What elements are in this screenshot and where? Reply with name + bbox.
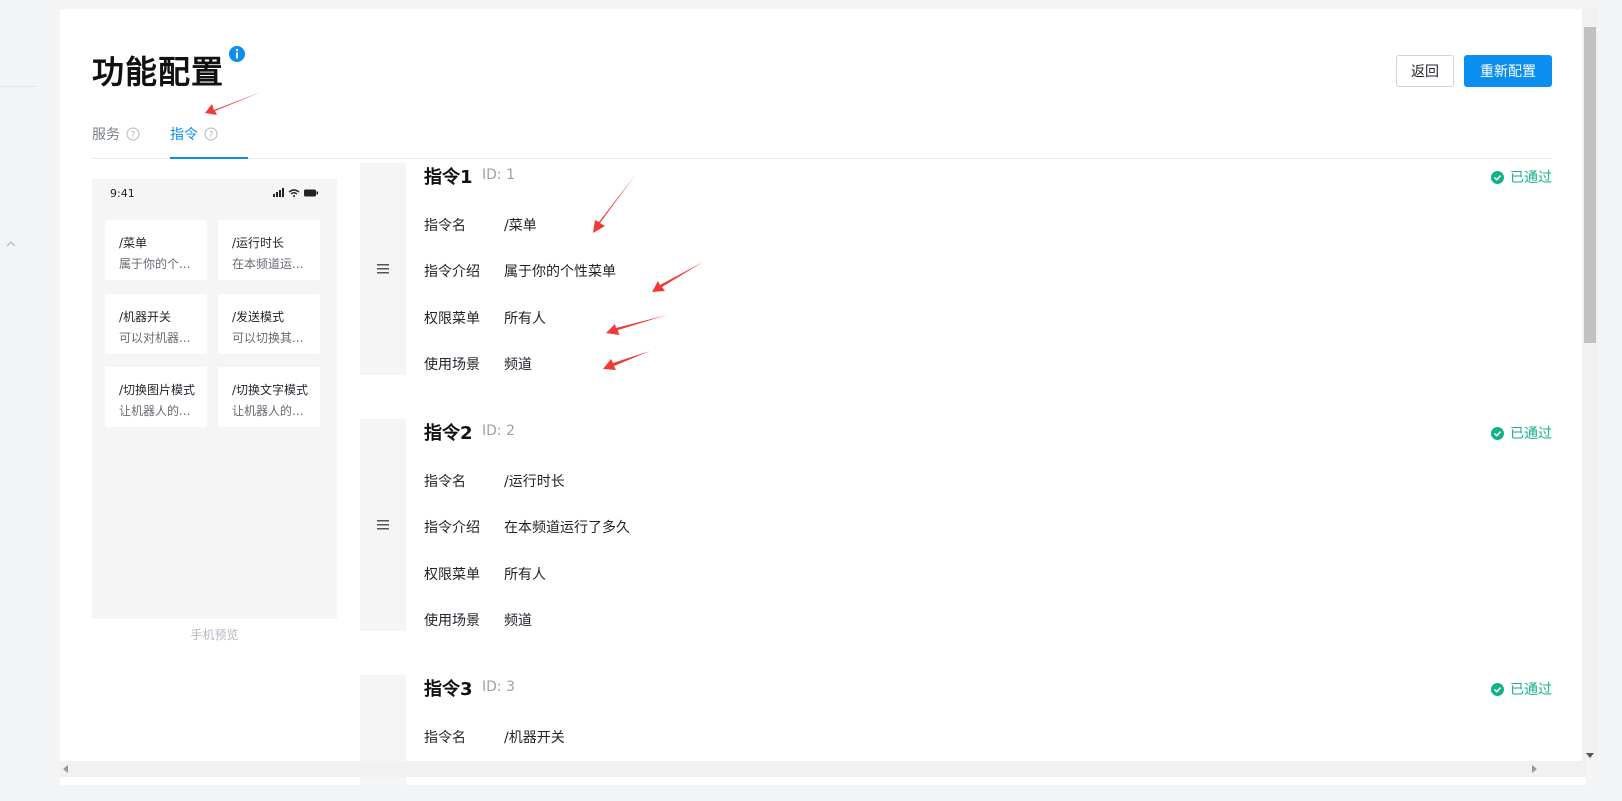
field-label: 指令名 <box>424 218 466 234</box>
preview-command-card[interactable]: /发送模式 可以切换其... <box>218 294 320 354</box>
tab-commands[interactable]: 指令 ? <box>170 124 218 144</box>
svg-text:?: ? <box>131 131 136 141</box>
svg-text:?: ? <box>209 131 214 141</box>
field-value: 频道 <box>504 613 532 629</box>
preview-command-card[interactable]: /菜单 属于你的个... <box>105 220 207 280</box>
phone-status-icons <box>273 188 318 197</box>
check-circle-icon <box>1491 426 1504 440</box>
preview-command-card[interactable]: /切换文字模式 让机器人的... <box>218 367 320 427</box>
preview-command-card[interactable]: /切换图片模式 让机器人的... <box>105 367 207 427</box>
preview-command-desc: 在本频道运... <box>232 257 304 271</box>
preview-command-desc: 属于你的个... <box>119 257 191 271</box>
status-label: 已通过 <box>1510 426 1552 442</box>
preview-command-card[interactable]: /运行时长 在本频道运... <box>218 220 320 280</box>
command-item: 指令2 ID: 2 已通过 指令名 /运行时长 指令介绍 在本频道运行了多久 权… <box>360 419 1552 631</box>
field-row-permission: 权限菜单 所有人 <box>424 308 546 328</box>
tab-bar: 服务 ? 指令 ? <box>92 109 1552 159</box>
preview-command-desc: 可以对机器... <box>119 331 191 345</box>
field-row-scene: 使用场景 频道 <box>424 610 532 630</box>
reconfigure-button[interactable]: 重新配置 <box>1464 55 1552 87</box>
phone-preview: 9:41 /菜单 属于你的个... /运行时长 在本频道运... /机器开关 可… <box>92 179 337 619</box>
status-badge: 已通过 <box>1491 167 1552 187</box>
scroll-right-arrow-icon[interactable] <box>1530 765 1538 773</box>
status-badge: 已通过 <box>1491 423 1552 443</box>
field-row-name: 指令名 /菜单 <box>424 215 537 235</box>
drag-handle-icon <box>377 264 389 274</box>
tab-commands-label: 指令 <box>170 127 198 143</box>
help-icon[interactable]: ? <box>126 127 140 141</box>
preview-command-name: /运行时长 <box>232 236 285 250</box>
field-label: 权限菜单 <box>424 567 480 583</box>
field-row-name: 指令名 /运行时长 <box>424 471 565 491</box>
scroll-down-arrow-icon[interactable] <box>1586 751 1594 759</box>
drag-handle[interactable] <box>360 163 406 375</box>
drag-handle[interactable] <box>360 419 406 631</box>
command-id: ID: 1 <box>482 167 515 183</box>
tab-services-label: 服务 <box>92 127 120 143</box>
field-row-permission: 权限菜单 所有人 <box>424 564 546 584</box>
command-id: ID: 3 <box>482 679 515 695</box>
preview-command-name: /切换文字模式 <box>232 383 309 397</box>
field-value: 在本频道运行了多久 <box>504 520 630 536</box>
preview-command-name: /机器开关 <box>119 310 172 324</box>
field-label: 指令介绍 <box>424 264 480 280</box>
field-label: 指令名 <box>424 730 466 746</box>
command-title: 指令3 <box>424 679 473 700</box>
status-badge: 已通过 <box>1491 679 1552 699</box>
command-title: 指令2 <box>424 423 473 444</box>
field-label: 权限菜单 <box>424 311 480 327</box>
field-value: 所有人 <box>504 567 546 583</box>
field-row-name: 指令名 /机器开关 <box>424 727 565 747</box>
left-sidebar-strip <box>0 0 60 801</box>
phone-preview-caption: 手机预览 <box>190 628 239 642</box>
field-row-scene: 使用场景 频道 <box>424 354 532 374</box>
field-label: 使用场景 <box>424 613 480 629</box>
preview-command-card[interactable]: /机器开关 可以对机器... <box>105 294 207 354</box>
info-icon[interactable] <box>228 45 246 63</box>
vertical-scrollbar[interactable] <box>1582 9 1598 761</box>
preview-command-name: /发送模式 <box>232 310 285 324</box>
chevron-up-icon[interactable] <box>5 238 17 250</box>
status-label: 已通过 <box>1510 170 1552 186</box>
field-label: 使用场景 <box>424 357 480 373</box>
preview-command-desc: 让机器人的... <box>119 404 191 418</box>
command-title: 指令1 <box>424 167 473 188</box>
field-label: 指令介绍 <box>424 520 480 536</box>
help-icon[interactable]: ? <box>204 127 218 141</box>
main-card: 功能配置 返回 重新配置 服务 ? 指令 ? 9:41 /菜单 属于你的个...… <box>60 9 1586 785</box>
drag-handle-icon <box>377 520 389 530</box>
field-value: /菜单 <box>504 218 537 234</box>
phone-time: 9:41 <box>110 187 135 200</box>
command-id: ID: 2 <box>482 423 515 439</box>
scrollbar-thumb[interactable] <box>1584 27 1596 343</box>
preview-command-desc: 可以切换其... <box>232 331 304 345</box>
field-value: 所有人 <box>504 311 546 327</box>
sidebar-divider <box>0 86 36 87</box>
status-label: 已通过 <box>1510 682 1552 698</box>
page-title: 功能配置 <box>92 53 225 91</box>
field-label: 指令名 <box>424 474 466 490</box>
field-value: /运行时长 <box>504 474 565 490</box>
field-row-intro: 指令介绍 属于你的个性菜单 <box>424 261 616 281</box>
field-value: 属于你的个性菜单 <box>504 264 616 280</box>
field-row-intro: 指令介绍 在本频道运行了多久 <box>424 517 630 537</box>
tab-services[interactable]: 服务 ? <box>92 124 140 144</box>
horizontal-scrollbar[interactable] <box>60 761 1586 777</box>
command-item: 指令1 ID: 1 已通过 指令名 /菜单 指令介绍 属于你的个性菜单 权限菜单… <box>360 163 1552 375</box>
preview-command-name: /菜单 <box>119 236 148 250</box>
preview-command-desc: 让机器人的... <box>232 404 304 418</box>
preview-command-name: /切换图片模式 <box>119 383 196 397</box>
check-circle-icon <box>1491 682 1504 696</box>
active-tab-indicator <box>170 157 248 159</box>
scroll-left-arrow-icon[interactable] <box>62 765 70 773</box>
back-button[interactable]: 返回 <box>1396 55 1454 87</box>
field-value: /机器开关 <box>504 730 565 746</box>
field-value: 频道 <box>504 357 532 373</box>
check-circle-icon <box>1491 170 1504 184</box>
